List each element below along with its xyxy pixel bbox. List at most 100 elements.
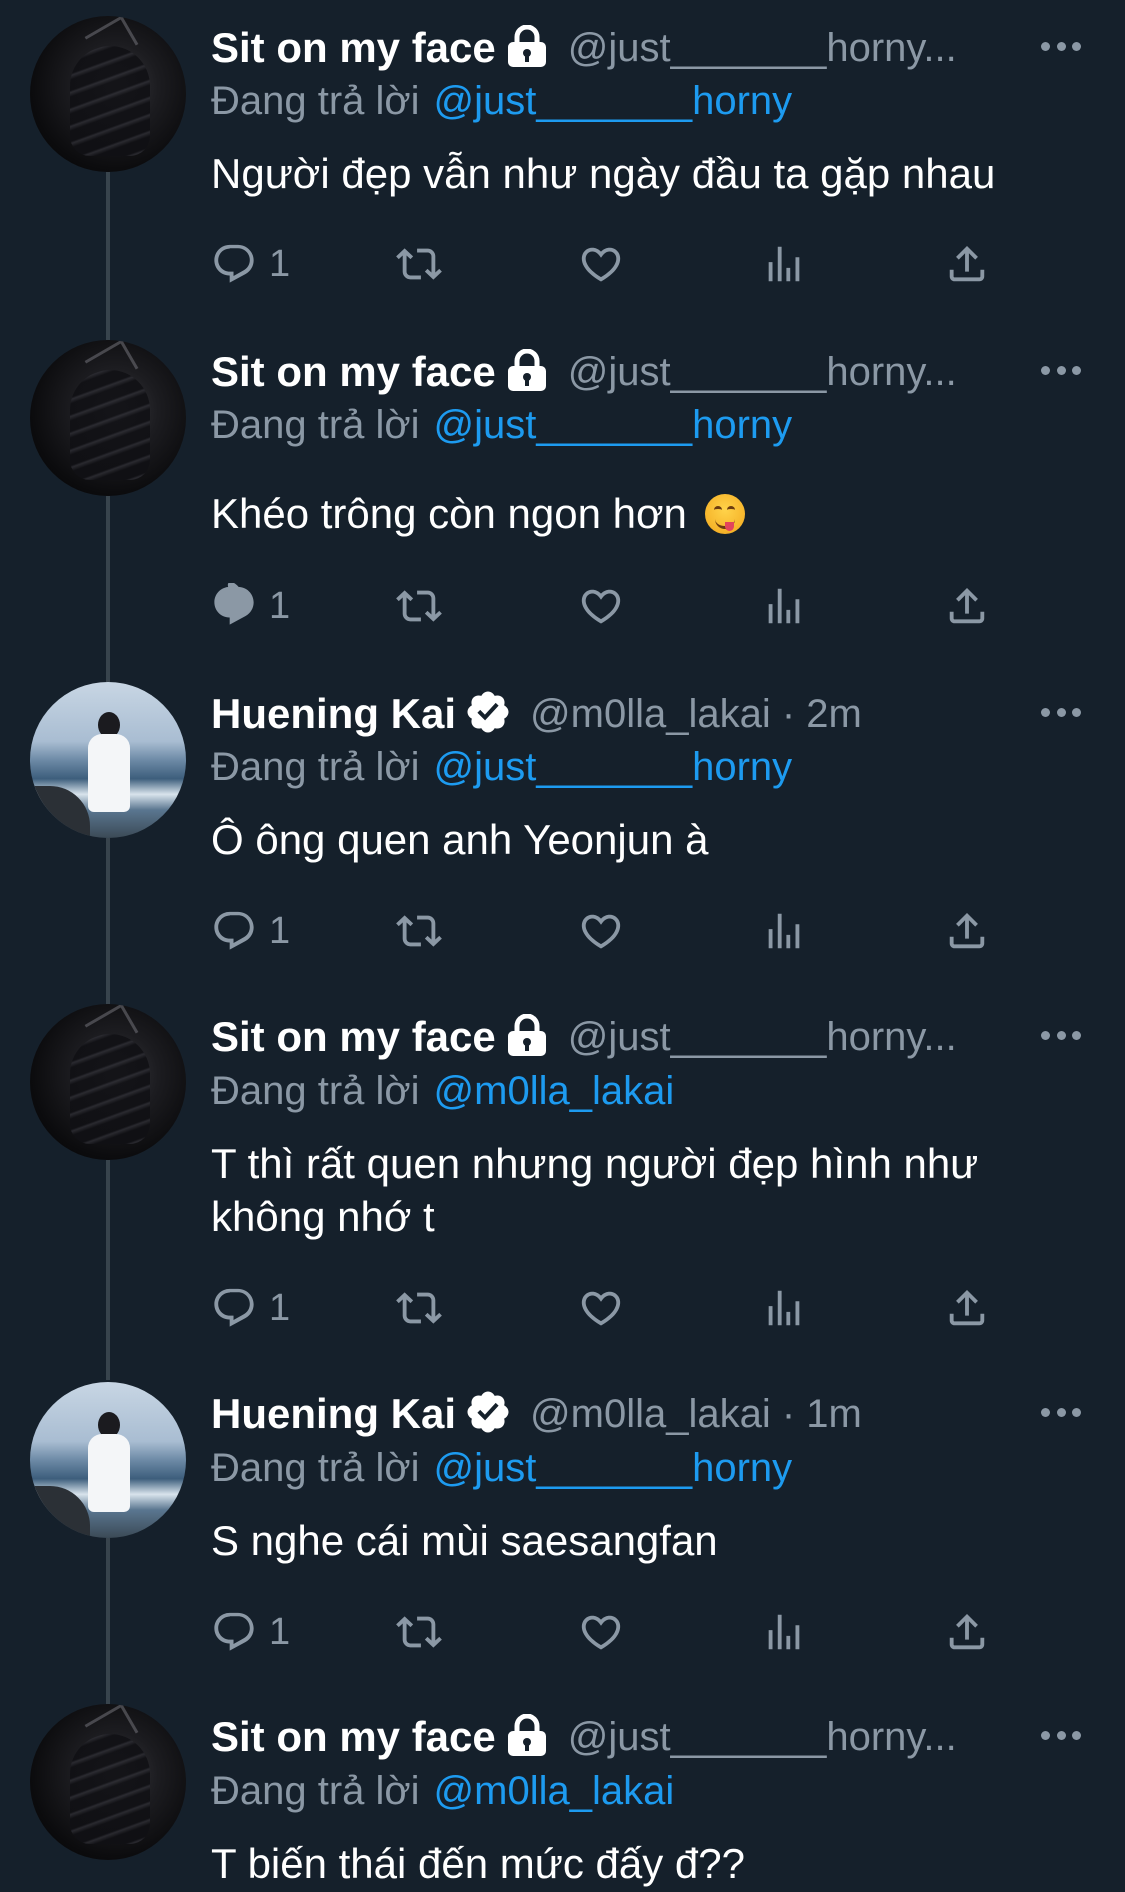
share-button[interactable]: [944, 1606, 990, 1658]
reply-prefix: Đang trả lời: [211, 402, 420, 447]
reply-icon: [214, 1288, 254, 1327]
reply-mention-link[interactable]: @just_______horny: [434, 1446, 793, 1491]
replying-to: Đang trả lời @just_______horny: [211, 1443, 792, 1493]
share-icon: [949, 1289, 985, 1326]
reply-icon: [214, 911, 254, 950]
display-name[interactable]: Sit on my face: [211, 348, 496, 396]
reply-button[interactable]: 1: [211, 1606, 290, 1658]
lock-icon: [504, 348, 550, 396]
reply-mention-link[interactable]: @just_______horny: [434, 745, 793, 790]
reply-button[interactable]: 1: [211, 580, 290, 632]
like-button[interactable]: [577, 905, 625, 957]
share-button[interactable]: [944, 580, 990, 632]
more-options-icon[interactable]: [1041, 1029, 1081, 1041]
reply-count: 1: [269, 1610, 291, 1653]
retweet-button[interactable]: [394, 1606, 444, 1658]
display-name[interactable]: Huening Kai: [211, 1390, 456, 1438]
thread-line: [106, 838, 110, 1004]
reply-button[interactable]: 1: [211, 905, 290, 957]
views-button[interactable]: [761, 1606, 807, 1658]
views-button[interactable]: [761, 1282, 807, 1334]
retweet-button[interactable]: [394, 580, 444, 632]
more-options-icon[interactable]: [1041, 40, 1081, 52]
display-name[interactable]: Sit on my face: [211, 24, 496, 72]
views-icon: [768, 1614, 800, 1650]
retweet-button[interactable]: [394, 1282, 444, 1334]
user-handle[interactable]: @just_______horny...: [568, 350, 957, 395]
avatar[interactable]: [30, 1704, 186, 1860]
more-options-icon[interactable]: [1041, 1729, 1081, 1741]
avatar[interactable]: [30, 682, 186, 838]
reply-mention-link[interactable]: @just_______horny: [434, 403, 793, 448]
reply-mention-link[interactable]: @m0lla_lakai: [434, 1069, 675, 1114]
retweet-button[interactable]: [394, 905, 444, 957]
display-name[interactable]: Sit on my face: [211, 1013, 496, 1061]
user-handle[interactable]: @just_______horny...: [568, 1015, 957, 1060]
views-button[interactable]: [761, 238, 807, 290]
reply-icon: [214, 244, 254, 283]
reply-prefix: Đang trả lời: [211, 78, 420, 123]
more-options-icon[interactable]: [1041, 364, 1081, 376]
heart-icon: [581, 589, 621, 624]
tweet-actions: 1: [211, 238, 1011, 290]
like-button[interactable]: [577, 1606, 625, 1658]
user-handle[interactable]: @just_______horny...: [568, 1715, 957, 1760]
display-name[interactable]: Sit on my face: [211, 1713, 496, 1761]
views-button[interactable]: [761, 905, 807, 957]
reply-button[interactable]: 1: [211, 238, 290, 290]
avatar[interactable]: [30, 16, 186, 172]
like-button[interactable]: [577, 580, 625, 632]
share-button[interactable]: [944, 1282, 990, 1334]
display-name[interactable]: Huening Kai: [211, 690, 456, 738]
tweet-actions: 1: [211, 1282, 1011, 1334]
tweet-actions: 1: [211, 580, 1011, 632]
reply-count: 1: [269, 242, 291, 285]
thread-line: [106, 172, 110, 340]
tweet-header: Sit on my face @just_______horny...: [211, 346, 957, 398]
reply-button[interactable]: 1: [211, 1282, 290, 1334]
user-handle[interactable]: @m0lla_lakai · 1m: [530, 1392, 862, 1437]
avatar[interactable]: [30, 340, 186, 496]
lock-icon: [504, 24, 550, 72]
retweet-icon: [396, 1616, 442, 1648]
share-icon: [949, 912, 985, 949]
like-button[interactable]: [577, 238, 625, 290]
tweet-header: Huening Kai @m0lla_lakai · 1m: [211, 1388, 862, 1440]
more-options-icon[interactable]: [1041, 1406, 1081, 1418]
avatar[interactable]: [30, 1004, 186, 1160]
reply-mention-link[interactable]: @just_______horny: [434, 79, 793, 124]
views-button[interactable]: [761, 580, 807, 632]
reply-mention-link[interactable]: @m0lla_lakai: [434, 1769, 675, 1814]
verified-icon: [464, 688, 512, 741]
reply-count: 1: [269, 909, 291, 952]
heart-icon: [581, 1291, 621, 1326]
share-button[interactable]: [944, 905, 990, 957]
tweet-actions: 1: [211, 1606, 1011, 1658]
tweet-text: S nghe cái mùi saesangfan: [211, 1517, 718, 1564]
avatar[interactable]: [30, 1382, 186, 1538]
user-handle[interactable]: @just_______horny...: [568, 26, 957, 71]
share-button[interactable]: [944, 238, 990, 290]
reply-count: 1: [269, 1286, 291, 1329]
more-options-icon[interactable]: [1041, 706, 1081, 718]
reply-prefix: Đang trả lời: [211, 1768, 420, 1813]
retweet-icon: [396, 590, 442, 622]
tweet-text: T biến thái đến mức đấy đ??: [211, 1840, 746, 1887]
share-icon: [949, 587, 985, 624]
replying-to: Đang trả lời @m0lla_lakai: [211, 1766, 674, 1816]
user-handle[interactable]: @m0lla_lakai · 2m: [530, 692, 862, 737]
reply-prefix: Đang trả lời: [211, 1445, 420, 1490]
tweet-header: Huening Kai @m0lla_lakai · 2m: [211, 688, 862, 740]
share-icon: [949, 245, 985, 282]
reply-icon: [214, 583, 254, 625]
thread-line: [106, 496, 110, 682]
tweet-text: Người đẹp vẫn như ngày đầu ta gặp nhau: [211, 150, 996, 197]
thread-line: [106, 1538, 110, 1704]
reply-prefix: Đang trả lời: [211, 1068, 420, 1113]
retweet-button[interactable]: [394, 238, 444, 290]
verified-icon: [464, 1388, 512, 1441]
reply-icon: [214, 1612, 254, 1651]
like-button[interactable]: [577, 1282, 625, 1334]
replying-to: Đang trả lời @just_______horny: [211, 400, 792, 450]
retweet-icon: [396, 1292, 442, 1324]
